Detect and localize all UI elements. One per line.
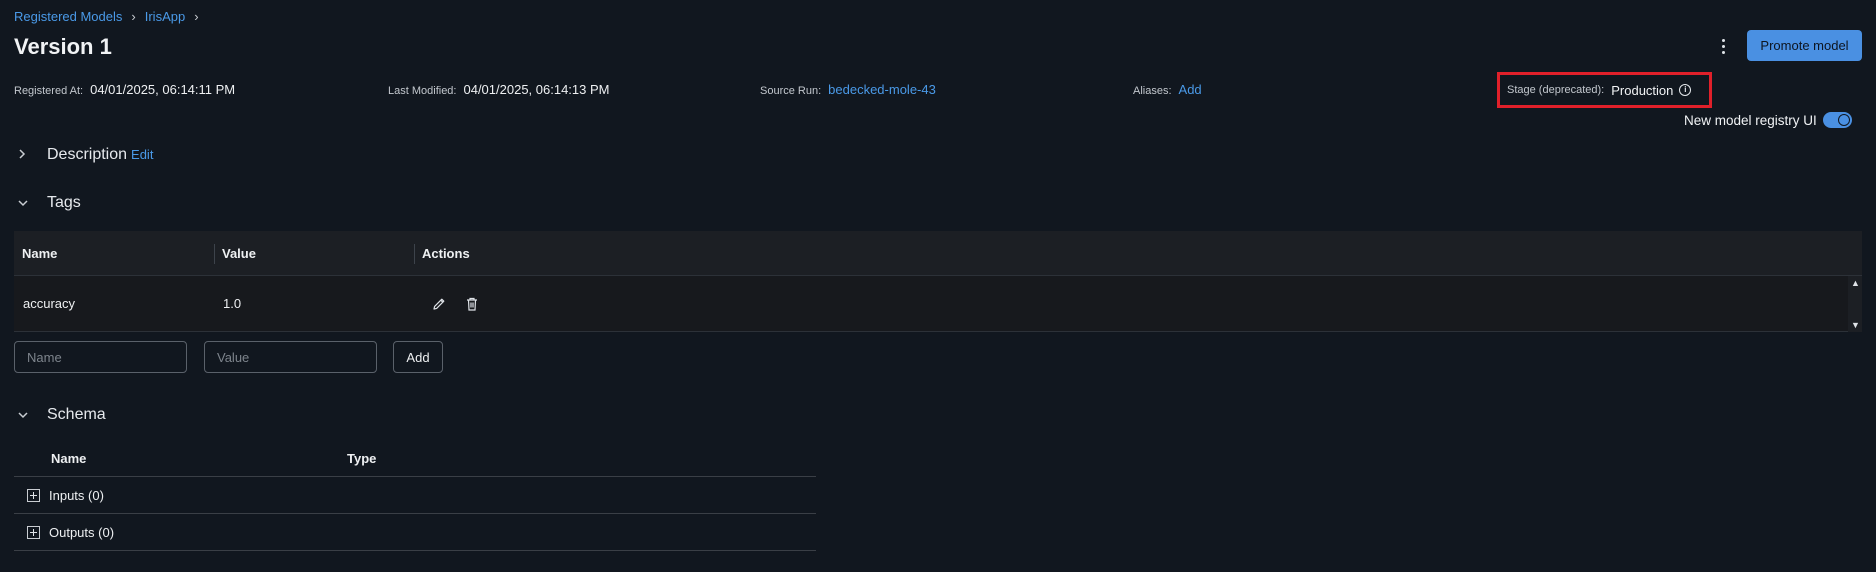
new-ui-toggle-label: New model registry UI (1684, 112, 1817, 128)
promote-model-button[interactable]: Promote model (1747, 30, 1862, 61)
schema-table-header: Name Type (14, 441, 816, 477)
description-section-header[interactable]: Description Edit (18, 146, 153, 164)
schema-column-type: Type (347, 451, 377, 466)
tags-table-header: Name Value Actions (14, 231, 1862, 276)
source-run: Source Run: bedecked-mole-43 (760, 82, 936, 97)
chevron-right-icon (18, 148, 32, 162)
column-header-value: Value (214, 231, 414, 275)
schema-outputs-label: Outputs (0) (49, 524, 115, 540)
breadcrumb: Registered Models › IrisApp › (14, 9, 208, 24)
last-modified-label: Last Modified: (388, 85, 457, 97)
chevron-down-icon (18, 196, 32, 210)
schema-inputs-label: Inputs (0) (49, 487, 104, 503)
last-modified: Last Modified: 04/01/2025, 06:14:13 PM (388, 82, 610, 97)
schema-section-header[interactable]: Schema (18, 406, 106, 424)
edit-description-link[interactable]: Edit (131, 147, 153, 162)
breadcrumb-separator: › (194, 9, 199, 24)
tags-title: Tags (47, 194, 81, 211)
new-ui-toggle-row: New model registry UI (1684, 112, 1852, 128)
registered-at-label: Registered At: (14, 85, 84, 97)
table-scrollbar[interactable]: ▲ ▼ (1848, 276, 1862, 332)
expand-plus-icon[interactable] (27, 525, 40, 539)
source-run-link[interactable]: bedecked-mole-43 (828, 82, 936, 97)
tag-name-input[interactable] (14, 341, 187, 373)
schema-outputs-row[interactable]: Outputs (0) (14, 514, 816, 551)
scroll-down-icon[interactable]: ▼ (1851, 320, 1860, 330)
column-header-actions: Actions (414, 231, 614, 275)
scroll-up-icon[interactable]: ▲ (1851, 278, 1860, 288)
column-header-name: Name (22, 245, 58, 261)
breadcrumb-separator: › (131, 9, 136, 24)
breadcrumb-registered-models-link[interactable]: Registered Models (14, 9, 122, 24)
chevron-down-icon (18, 408, 32, 422)
tag-value-cell: 1.0 (223, 296, 242, 311)
tags-section-header[interactable]: Tags (18, 194, 81, 212)
stage-label: Stage (deprecated): (1507, 84, 1605, 96)
stage-value: Production (1611, 82, 1674, 98)
tag-actions-cell (414, 276, 614, 331)
add-alias-link[interactable]: Add (1179, 82, 1202, 97)
stage-highlight-box: Stage (deprecated): Production i (1497, 72, 1712, 108)
schema-table: Name Type Inputs (0) Outputs (0) (14, 441, 816, 551)
aliases: Aliases: Add (1133, 82, 1202, 97)
tags-table: Name Value Actions accuracy 1.0 ▲ ▼ (14, 231, 1862, 332)
tag-value-input[interactable] (204, 341, 377, 373)
registered-at: Registered At: 04/01/2025, 06:14:11 PM (14, 82, 235, 97)
tag-name-cell: accuracy (23, 296, 76, 311)
description-title: Description (47, 146, 128, 163)
edit-pencil-icon[interactable] (427, 292, 451, 316)
schema-title: Schema (47, 406, 106, 423)
last-modified-value: 04/01/2025, 06:14:13 PM (463, 82, 610, 97)
registered-at-value: 04/01/2025, 06:14:11 PM (90, 82, 236, 97)
aliases-label: Aliases: (1133, 85, 1172, 97)
expand-plus-icon[interactable] (27, 488, 40, 502)
trash-icon[interactable] (460, 292, 484, 316)
source-run-label: Source Run: (760, 85, 822, 97)
table-row: accuracy 1.0 (14, 276, 1862, 332)
new-ui-toggle[interactable] (1822, 112, 1852, 128)
info-icon[interactable]: i (1679, 84, 1692, 96)
page-title: Version 1 (14, 34, 112, 59)
schema-column-name: Name (51, 451, 87, 466)
schema-inputs-row[interactable]: Inputs (0) (14, 477, 816, 514)
breadcrumb-irisapp-link[interactable]: IrisApp (145, 9, 185, 24)
add-tag-button[interactable]: Add (393, 341, 443, 373)
more-options-icon[interactable] (1714, 36, 1732, 56)
